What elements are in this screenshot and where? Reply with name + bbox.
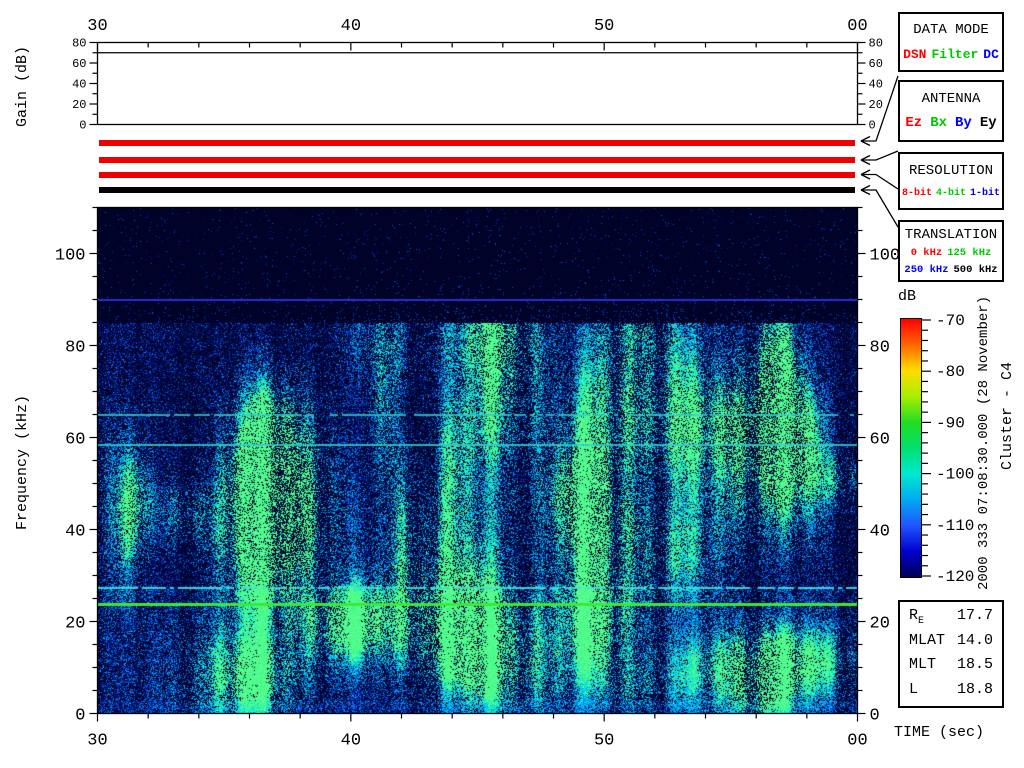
resolution-option-4bit: 4-bit	[935, 188, 966, 199]
ephemeris-row-mlt: MLT 18.5	[909, 656, 993, 674]
data-mode-title: DATA MODE	[913, 22, 989, 39]
spacecraft-label: Cluster - C4	[999, 361, 1016, 470]
antenna-status-bar	[99, 157, 855, 163]
antenna-option-bx: Bx	[930, 115, 947, 132]
tick-label: 60	[72, 57, 86, 71]
tick-label: 40	[72, 78, 86, 92]
frequency-axis-title: Frequency (kHz)	[14, 394, 31, 530]
translation-option-500khz: 500 kHz	[953, 263, 998, 276]
tick-label: 60	[870, 431, 890, 450]
tick-label: 100	[870, 247, 901, 266]
tick-label: -90	[936, 414, 965, 432]
translation-title: TRANSLATION	[904, 226, 998, 243]
tick-label: 0	[75, 707, 85, 726]
translation-option-0khz: 0 kHz	[910, 247, 943, 259]
tick-label: 20	[65, 615, 85, 634]
tick-label: 80	[72, 37, 86, 51]
data-mode-option-filter: Filter	[931, 46, 979, 62]
tick-label: 0	[79, 119, 86, 133]
tick-label: 40	[341, 732, 361, 751]
tick-label: 60	[65, 431, 85, 450]
translation-option-250khz: 250 kHz	[904, 263, 949, 276]
tick-label: 20	[72, 98, 86, 112]
tick-label: 30	[87, 732, 107, 751]
resolution-option-8bit: 8-bit	[901, 188, 932, 199]
resolution-status-bar	[99, 172, 855, 178]
translation-options-row1: 0 kHz 125 kHz	[911, 247, 992, 259]
translation-panel: TRANSLATION 0 kHz 125 kHz 250 kHz 500 kH…	[898, 220, 1004, 282]
data-mode-panel: DATA MODE DSN Filter DC	[898, 12, 1004, 72]
data-mode-status-bar	[99, 140, 855, 146]
tick-label: 20	[869, 98, 883, 112]
antenna-options: Ez Bx By Ey	[905, 115, 996, 131]
antenna-option-ey: Ey	[979, 115, 997, 132]
tick-label: 40	[869, 78, 883, 92]
tick-label: -120	[936, 568, 974, 586]
tick-label: -100	[936, 466, 974, 484]
time-axis-title: TIME (sec)	[894, 724, 985, 741]
antenna-panel: ANTENNA Ez Bx By Ey	[898, 80, 1004, 142]
datetime-label: 2000 333 07:08:30.000 (28 November)	[976, 295, 992, 590]
tick-label: 30	[87, 17, 107, 36]
tick-label: 60	[869, 57, 883, 71]
tick-label: -110	[936, 517, 974, 535]
translation-options-row2: 250 kHz 500 kHz	[904, 264, 997, 276]
antenna-title: ANTENNA	[921, 90, 981, 107]
antenna-option-ez: Ez	[905, 115, 923, 132]
connector-arrow	[860, 75, 899, 147]
tick-label: -80	[936, 363, 965, 381]
spectrogram-image	[98, 208, 858, 714]
resolution-option-1bit: 1-bit	[970, 188, 1001, 199]
tick-label: 100	[55, 247, 86, 266]
gain-plot-frame	[96, 41, 859, 126]
tick-label: 0	[869, 119, 876, 133]
tick-label: 00	[847, 732, 867, 751]
tick-label: 80	[869, 37, 883, 51]
tick-label: 80	[870, 339, 890, 358]
colorbar-title: dB	[898, 288, 917, 305]
data-mode-option-dc: DC	[983, 46, 999, 62]
tick-label: 80	[65, 339, 85, 358]
tick-label: 50	[594, 732, 614, 751]
resolution-title: RESOLUTION	[908, 163, 993, 179]
tick-label: 00	[847, 17, 867, 36]
resolution-panel: RESOLUTION 8-bit 4-bit 1-bit	[898, 152, 1004, 210]
wbd-spectrogram-display: 30 40 50 00 0 0 20 20 40 40 60 60 80 80 0 0 20 20 40 40 60 60…	[0, 0, 1024, 768]
ephemeris-row-l: L 18.8	[909, 681, 993, 699]
tick-label: 40	[65, 523, 85, 542]
tick-label: 20	[870, 615, 890, 634]
antenna-option-by: By	[955, 115, 972, 132]
ephemeris-panel: RE 17.7 MLAT 14.0 MLT 18.5 L 18.8	[898, 600, 1004, 708]
tick-label: -70	[936, 312, 965, 330]
resolution-options: 8-bit 4-bit 1-bit	[902, 188, 1000, 199]
connector-arrow	[860, 150, 899, 166]
connector-arrow	[860, 184, 899, 228]
translation-status-bar	[99, 187, 855, 193]
translation-option-125khz: 125 kHz	[947, 247, 992, 259]
tick-label: 50	[594, 17, 614, 36]
gain-axis-title: Gain (dB)	[14, 45, 31, 127]
colorbar	[900, 318, 922, 578]
tick-label: 40	[870, 523, 890, 542]
ephemeris-row-re: RE 17.7	[909, 606, 993, 627]
ephemeris-row-mlat: MLAT 14.0	[909, 631, 993, 649]
connector-arrow	[860, 169, 899, 190]
data-mode-options: DSN Filter DC	[903, 47, 999, 62]
data-mode-option-dsn: DSN	[903, 46, 927, 62]
tick-label: 40	[341, 17, 361, 36]
tick-label: 0	[870, 707, 880, 726]
